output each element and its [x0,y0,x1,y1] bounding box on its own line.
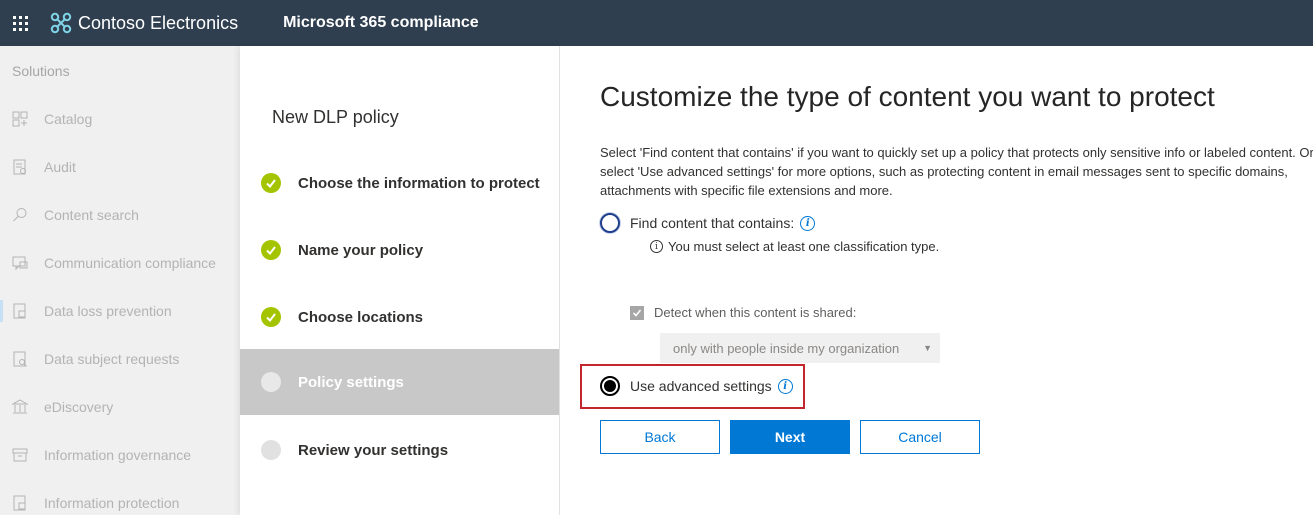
app-launcher-button[interactable] [0,0,40,46]
nav-item-label: Information protection [44,495,180,511]
dlp-icon [11,302,29,320]
nav-item-ediscovery[interactable]: eDiscovery [0,392,240,422]
page-description: Select 'Find content that contains' if y… [600,145,1313,198]
wizard-step-label: Name your policy [298,241,424,259]
data-subject-icon [11,350,29,368]
checkmark-icon [261,240,281,260]
wizard-step-label: Choose locations [298,308,424,326]
back-button[interactable]: Back [600,420,720,454]
info-circle-icon: i [650,240,663,253]
nav-item-data-subject-requests[interactable]: Data subject requests [0,344,240,374]
nav-item-label: Content search [44,207,139,223]
page-title: Customize the type of content you want t… [600,81,1215,112]
info-icon[interactable]: i [800,215,816,231]
find-content-label: Find content that contains: [630,215,795,231]
cancel-button[interactable]: Cancel [860,420,980,454]
option-advanced-settings[interactable]: Use advanced settings i [600,376,793,396]
brand[interactable]: Contoso Electronics [50,12,238,34]
wizard-title: New DLP policy [272,107,399,127]
find-content-radio[interactable] [600,213,620,233]
main-content: Customize the type of content you want t… [560,46,1313,515]
wizard-step-policy-settings[interactable]: Policy settings [240,349,559,415]
wizard-step-choose-information[interactable]: Choose the information to protect [240,150,559,216]
brand-name: Contoso Electronics [78,12,239,33]
step-circle-icon [261,440,281,460]
wizard-step-label: Review your settings [298,441,449,459]
wizard-step-review-settings[interactable]: Review your settings [240,417,559,483]
nav-item-label: Data loss prevention [44,303,172,319]
protection-icon [11,494,29,512]
nav-item-label: Audit [44,159,76,175]
wizard-step-name-policy[interactable]: Name your policy [240,217,559,283]
nav-item-data-loss-prevention[interactable]: Data loss prevention [0,296,240,326]
nav-item-label: Communication compliance [44,255,216,271]
advanced-settings-radio[interactable] [600,376,620,396]
nav-item-information-protection[interactable]: Information protection [0,488,240,515]
governance-icon [11,446,29,464]
info-icon[interactable]: i [777,378,793,394]
step-circle-icon [261,372,281,392]
nav-item-label: Catalog [44,111,93,127]
top-bar: Contoso Electronics Microsoft 365 compli… [0,0,1313,46]
advanced-settings-label: Use advanced settings [630,378,772,394]
ediscovery-icon [11,398,29,416]
radio-selected-dot [604,380,616,392]
wizard-step-choose-locations[interactable]: Choose locations [240,284,559,350]
catalog-icon [11,110,29,128]
search-icon [11,206,29,224]
detect-shared-label: Detect when this content is shared: [654,305,857,320]
detect-shared-row: Detect when this content is shared: [630,305,856,320]
contoso-logo-icon [50,12,72,34]
nav-item-audit[interactable]: Audit [0,152,240,182]
option-find-content[interactable]: Find content that contains: i [600,213,816,233]
checkmark-icon [261,307,281,327]
waffle-icon [12,15,28,31]
audit-icon [11,158,29,176]
chevron-down-icon: ▼ [923,343,932,353]
nav-item-label: Data subject requests [44,351,180,367]
hint-text: You must select at least one classificat… [668,239,940,254]
app-name[interactable]: Microsoft 365 compliance [283,14,479,32]
nav-item-catalog[interactable]: Catalog [0,104,240,134]
left-navigation: Solutions Catalog Audit Content search C… [0,46,240,515]
wizard-steps-panel: New DLP policy Choose the information to… [240,46,560,515]
nav-item-label: Information governance [44,447,192,463]
nav-item-information-governance[interactable]: Information governance [0,440,240,470]
sharing-scope-dropdown[interactable]: only with people inside my organization … [660,333,940,363]
nav-item-label: eDiscovery [44,399,114,415]
wizard-step-label: Policy settings [298,373,404,391]
nav-item-communication-compliance[interactable]: Communication compliance [0,248,240,278]
checkmark-icon [261,173,281,193]
nav-section-header: Solutions [12,63,70,79]
dropdown-selected-value: only with people inside my organization [673,340,900,356]
validation-hint: i You must select at least one classific… [650,239,939,254]
nav-item-content-search[interactable]: Content search [0,200,240,230]
communication-icon [11,254,29,272]
detect-shared-checkbox[interactable] [630,305,644,320]
wizard-step-label: Choose the information to protect [298,174,540,192]
next-button[interactable]: Next [730,420,850,454]
